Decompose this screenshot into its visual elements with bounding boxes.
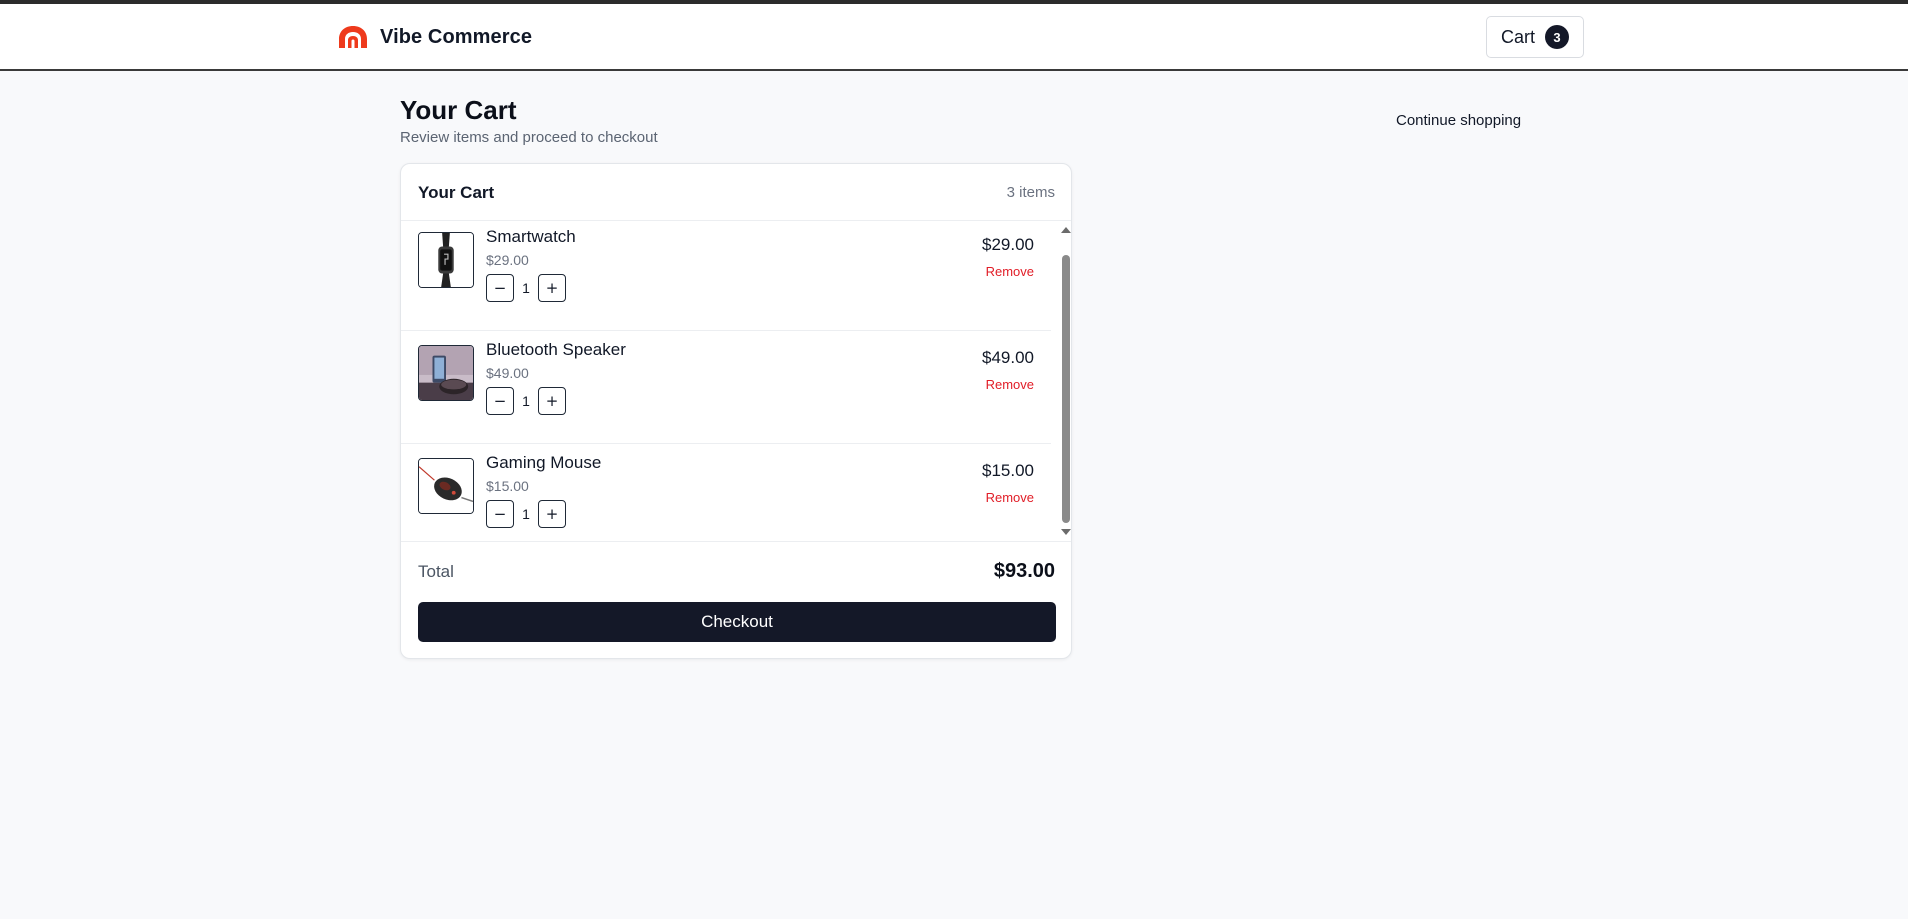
product-image-bluetooth-speaker [418, 345, 474, 401]
item-name: Smartwatch [486, 227, 576, 246]
cart-item-smartwatch: Smartwatch $29.00 − 1 + $29.00 Remove [401, 221, 1051, 331]
increase-quantity-button[interactable]: + [538, 500, 566, 528]
cart-panel: Your Cart 3 items Smartwatch $29.00 − 1 … [400, 163, 1072, 659]
item-name: Bluetooth Speaker [486, 340, 626, 359]
increase-quantity-button[interactable]: + [538, 387, 566, 415]
brand-name: Vibe Commerce [380, 25, 533, 48]
cart-item-count: 3 items [1006, 184, 1055, 201]
decrease-quantity-button[interactable]: − [486, 274, 514, 302]
continue-shopping-link[interactable]: Continue shopping [1396, 112, 1521, 129]
cart-count-badge: 3 [1545, 25, 1569, 49]
increase-quantity-button[interactable]: + [538, 274, 566, 302]
cart-items-scrollbar[interactable] [1059, 221, 1073, 541]
cart-panel-header: Your Cart 3 items [401, 164, 1071, 221]
total-label: Total [418, 562, 454, 581]
item-unit-price: $49.00 [486, 365, 529, 381]
quantity-value: 1 [522, 393, 530, 409]
item-line-total: $15.00 [982, 461, 1034, 480]
cart-items-scroll-area[interactable]: Smartwatch $29.00 − 1 + $29.00 Remove Bl… [401, 221, 1073, 541]
item-name: Gaming Mouse [486, 453, 602, 472]
cart-button-label: Cart [1500, 26, 1535, 47]
quantity-stepper: − 1 + [486, 387, 566, 415]
cart-item-gaming-mouse: Gaming Mouse $15.00 − 1 + $15.00 Remove [401, 444, 1051, 541]
page-subtitle: Review items and proceed to checkout [400, 129, 658, 146]
item-unit-price: $15.00 [486, 478, 529, 494]
decrease-quantity-button[interactable]: − [486, 387, 514, 415]
scroll-down-arrow-icon[interactable] [1061, 529, 1071, 535]
quantity-stepper: − 1 + [486, 274, 566, 302]
site-header: Vibe Commerce Cart 3 [0, 4, 1908, 71]
quantity-value: 1 [522, 280, 530, 296]
item-unit-price: $29.00 [486, 252, 529, 268]
scroll-up-arrow-icon[interactable] [1061, 227, 1071, 233]
cart-panel-title: Your Cart [418, 183, 495, 202]
cart-total-row: Total $93.00 [401, 541, 1071, 594]
item-line-total: $49.00 [982, 348, 1034, 367]
checkout-button[interactable]: Checkout [418, 602, 1056, 642]
product-image-gaming-mouse [418, 458, 474, 514]
item-line-total: $29.00 [982, 235, 1034, 254]
remove-item-button[interactable]: Remove [986, 264, 1034, 279]
vibe-logo-icon [339, 26, 367, 48]
decrease-quantity-button[interactable]: − [486, 500, 514, 528]
scrollbar-thumb[interactable] [1062, 255, 1070, 523]
cart-button[interactable]: Cart 3 [1486, 16, 1584, 58]
total-value: $93.00 [993, 560, 1055, 582]
brand[interactable]: Vibe Commerce [336, 24, 532, 50]
cart-item-bluetooth-speaker: Bluetooth Speaker $49.00 − 1 + $49.00 Re… [401, 331, 1051, 444]
cart-items-list: Smartwatch $29.00 − 1 + $29.00 Remove Bl… [401, 221, 1051, 541]
quantity-value: 1 [522, 506, 530, 522]
remove-item-button[interactable]: Remove [986, 490, 1034, 505]
quantity-stepper: − 1 + [486, 500, 566, 528]
remove-item-button[interactable]: Remove [986, 377, 1034, 392]
page-title: Your Cart [400, 95, 517, 125]
product-image-smartwatch [418, 232, 474, 288]
